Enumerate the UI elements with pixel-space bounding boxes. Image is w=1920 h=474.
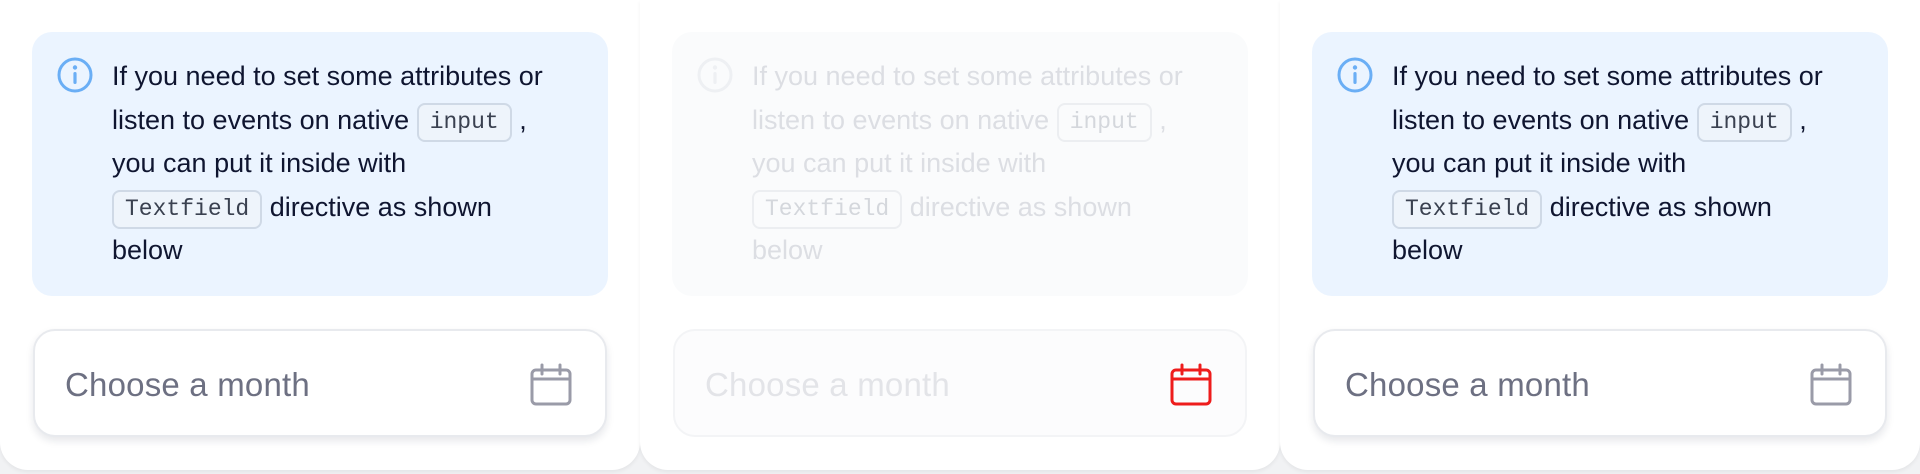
- month-picker-field[interactable]: Choose a month: [1313, 329, 1887, 437]
- alert-line-5: below: [112, 235, 183, 265]
- code-input: input: [1696, 102, 1792, 142]
- panel-default-2: If you need to set some attributes or li…: [1280, 0, 1920, 470]
- info-alert: If you need to set some attributes or li…: [672, 32, 1248, 296]
- calendar-icon[interactable]: [1169, 363, 1213, 407]
- code-input: input: [416, 102, 512, 142]
- month-picker-placeholder: Choose a month: [705, 366, 950, 403]
- month-picker-field[interactable]: Choose a month: [33, 329, 607, 437]
- panel-disabled: If you need to set some attributes or li…: [640, 0, 1280, 470]
- alert-text: If you need to set some attributes or li…: [1392, 55, 1848, 273]
- month-picker-placeholder: Choose a month: [65, 366, 310, 403]
- code-input: input: [1056, 102, 1152, 142]
- code-textfield: Textfield: [1392, 189, 1543, 229]
- month-picker-placeholder: Choose a month: [1345, 366, 1590, 403]
- alert-line-1: If you need to set some attributes or: [1392, 61, 1823, 91]
- alert-line-4: directive as shown: [1549, 191, 1772, 222]
- panel-default: If you need to set some attributes or li…: [0, 0, 640, 470]
- alert-line-5: below: [1392, 235, 1463, 265]
- alert-comma: ,: [1159, 104, 1167, 135]
- month-picker-field-disabled: Choose a month: [673, 329, 1247, 437]
- info-alert: If you need to set some attributes or li…: [32, 32, 608, 296]
- calendar-icon[interactable]: [1809, 363, 1853, 407]
- calendar-icon[interactable]: [529, 363, 573, 407]
- alert-line-2: listen to events on native: [1392, 104, 1690, 135]
- alert-line-2: listen to events on native: [112, 104, 410, 135]
- info-icon: [697, 57, 733, 93]
- alert-line-5: below: [752, 235, 823, 265]
- alert-line-3: you can put it inside with: [1392, 148, 1687, 178]
- code-textfield: Textfield: [112, 189, 263, 229]
- info-alert: If you need to set some attributes or li…: [1312, 32, 1888, 296]
- alert-line-1: If you need to set some attributes or: [752, 61, 1183, 91]
- alert-line-3: you can put it inside with: [112, 148, 407, 178]
- alert-text: If you need to set some attributes or li…: [752, 55, 1208, 273]
- alert-line-1: If you need to set some attributes or: [112, 61, 543, 91]
- alert-line-4: directive as shown: [269, 191, 492, 222]
- alert-line-3: you can put it inside with: [752, 148, 1047, 178]
- alert-line-4: directive as shown: [909, 191, 1132, 222]
- alert-comma: ,: [519, 104, 527, 135]
- info-icon: [57, 57, 93, 93]
- code-textfield: Textfield: [752, 189, 903, 229]
- info-icon: [1337, 57, 1373, 93]
- alert-line-2: listen to events on native: [752, 104, 1050, 135]
- alert-comma: ,: [1799, 104, 1807, 135]
- alert-text: If you need to set some attributes or li…: [112, 55, 568, 273]
